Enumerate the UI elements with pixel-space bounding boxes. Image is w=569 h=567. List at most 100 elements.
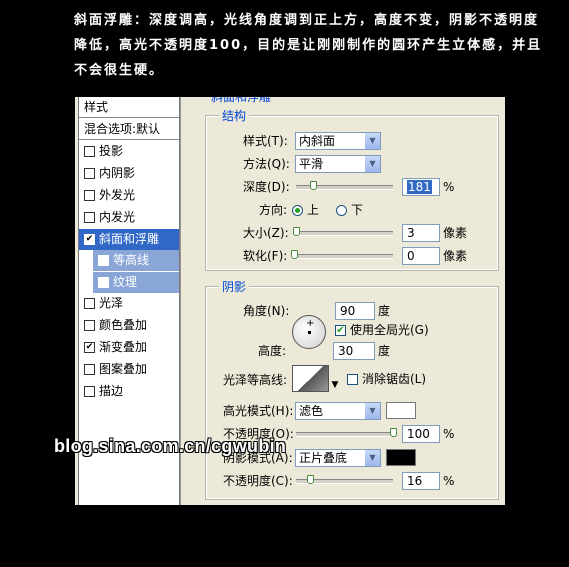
style-item-contour[interactable]: 等高线 xyxy=(93,250,179,271)
depth-input[interactable]: 181 xyxy=(402,178,440,196)
chevron-down-icon[interactable]: ▼ xyxy=(364,133,380,149)
angle-label: 角度(N): xyxy=(243,304,290,318)
altitude-input[interactable]: 30 xyxy=(333,342,375,360)
size-input[interactable]: 3 xyxy=(402,224,440,242)
highlight-mode-value: 滤色 xyxy=(299,404,324,418)
technique-value: 平滑 xyxy=(299,157,324,171)
style-item-outer-glow[interactable]: 外发光 xyxy=(79,185,179,206)
global-light-checkbox[interactable]: ✔ xyxy=(335,325,346,336)
anti-aliased-label: 消除锯齿(L) xyxy=(362,372,427,386)
style-item-label: 光泽 xyxy=(99,296,124,310)
shading-title: 阴影 xyxy=(219,280,250,294)
dial-center-dot xyxy=(308,331,311,334)
angle-value: 90 xyxy=(340,304,356,318)
soften-slider-thumb[interactable] xyxy=(291,250,298,259)
highlight-opacity-slider[interactable] xyxy=(296,432,393,437)
soften-unit: 像素 xyxy=(443,249,468,263)
highlight-opacity-input[interactable]: 100 xyxy=(402,425,440,443)
altitude-unit: 度 xyxy=(378,344,391,358)
style-item-inner-shadow[interactable]: 内阴影 xyxy=(79,163,179,184)
style-item-gradient-overlay[interactable]: ✔ 渐变叠加 xyxy=(79,337,179,358)
blending-options-item[interactable]: 混合选项:默认 xyxy=(79,119,179,140)
watermark-text: blog.sina.com.cn/cgwubin xyxy=(54,436,287,456)
structure-title: 结构 xyxy=(219,109,250,123)
caption-line-1: 斜面浮雕：深度调高，光线角度调到正上方，高度不变，阴影不透明度 xyxy=(74,13,540,28)
outer-glow-checkbox[interactable] xyxy=(84,190,95,201)
caption-line-2: 降低，高光不透明度100，目的是让刚刚制作的圆环产生立体感，并且 xyxy=(74,38,543,53)
size-unit: 像素 xyxy=(443,226,468,240)
bevel-style-value: 内斜面 xyxy=(299,134,336,148)
shadow-mode-select[interactable]: 正片叠底 ▼ xyxy=(295,449,381,467)
bevel-emboss-checkbox[interactable]: ✔ xyxy=(84,234,95,245)
chevron-down-icon[interactable]: ▼ xyxy=(364,403,380,419)
soften-slider[interactable] xyxy=(296,254,393,259)
shadow-opacity-thumb[interactable] xyxy=(307,475,314,484)
crosshair-icon: + xyxy=(306,318,315,329)
style-item-label: 内阴影 xyxy=(99,166,136,180)
direction-down-radio[interactable] xyxy=(336,205,347,216)
size-value: 3 xyxy=(407,226,415,240)
depth-value: 181 xyxy=(407,180,432,194)
angle-input[interactable]: 90 xyxy=(335,302,375,320)
style-item-label: 投影 xyxy=(99,144,124,158)
direction-up-label: 上 xyxy=(307,203,320,217)
satin-checkbox[interactable] xyxy=(84,298,95,309)
style-item-bevel-emboss[interactable]: ✔ 斜面和浮雕 xyxy=(79,229,179,250)
drop-shadow-checkbox[interactable] xyxy=(84,146,95,157)
style-item-inner-glow[interactable]: 内发光 xyxy=(79,207,179,228)
altitude-value: 30 xyxy=(338,344,354,358)
style-label: 样式(T): xyxy=(243,134,288,148)
highlight-opacity-value: 100 xyxy=(407,427,430,441)
style-item-label: 渐变叠加 xyxy=(99,340,148,354)
style-item-pattern-overlay[interactable]: 图案叠加 xyxy=(79,359,179,380)
style-item-label: 内发光 xyxy=(99,210,136,224)
size-slider-thumb[interactable] xyxy=(293,227,300,236)
highlight-color-swatch[interactable] xyxy=(386,402,416,419)
soften-label: 软化(F): xyxy=(243,249,288,263)
chevron-down-icon[interactable]: ▼ xyxy=(364,156,380,172)
highlight-mode-select[interactable]: 滤色 ▼ xyxy=(295,402,381,420)
style-item-texture[interactable]: 纹理 xyxy=(93,272,179,293)
bevel-style-select[interactable]: 内斜面 ▼ xyxy=(295,132,381,150)
inner-glow-checkbox[interactable] xyxy=(84,212,95,223)
style-item-drop-shadow[interactable]: 投影 xyxy=(79,141,179,162)
gradient-overlay-checkbox[interactable]: ✔ xyxy=(84,342,95,353)
highlight-opacity-unit: % xyxy=(443,427,455,441)
angle-dial[interactable]: + xyxy=(292,315,326,349)
size-slider[interactable] xyxy=(296,231,393,236)
color-overlay-checkbox[interactable] xyxy=(84,320,95,331)
pattern-overlay-checkbox[interactable] xyxy=(84,364,95,375)
anti-aliased-checkbox[interactable]: ✔ xyxy=(347,374,358,385)
styles-header[interactable]: 样式 xyxy=(79,97,179,118)
instruction-caption: 斜面浮雕：深度调高，光线角度调到正上方，高度不变，阴影不透明度 降低，高光不透明… xyxy=(74,8,543,83)
style-item-label: 纹理 xyxy=(113,275,138,289)
contour-checkbox[interactable] xyxy=(98,255,109,266)
shadow-mode-value: 正片叠底 xyxy=(299,451,348,465)
altitude-label: 高度: xyxy=(258,344,287,358)
chevron-down-icon[interactable]: ▼ xyxy=(364,450,380,466)
size-label: 大小(Z): xyxy=(243,226,289,240)
style-item-satin[interactable]: 光泽 xyxy=(79,293,179,314)
chevron-down-icon[interactable]: ▼ xyxy=(330,380,340,390)
gloss-contour-picker[interactable] xyxy=(292,365,329,392)
gloss-contour-label: 光泽等高线: xyxy=(223,373,288,387)
depth-slider-thumb[interactable] xyxy=(310,181,317,190)
style-item-stroke[interactable]: 描边 xyxy=(79,381,179,402)
highlight-mode-label: 高光模式(H): xyxy=(223,404,294,418)
depth-label: 深度(D): xyxy=(243,180,290,194)
direction-up-radio[interactable] xyxy=(292,205,303,216)
depth-unit: % xyxy=(443,180,455,194)
texture-checkbox[interactable] xyxy=(98,277,109,288)
style-item-color-overlay[interactable]: 颜色叠加 xyxy=(79,315,179,336)
style-item-label: 外发光 xyxy=(99,188,136,202)
global-light-label: 使用全局光(G) xyxy=(350,323,429,337)
direction-label: 方向: xyxy=(259,203,288,217)
stroke-checkbox[interactable] xyxy=(84,386,95,397)
highlight-opacity-thumb[interactable] xyxy=(390,428,397,437)
shadow-opacity-input[interactable]: 16 xyxy=(402,472,440,490)
technique-select[interactable]: 平滑 ▼ xyxy=(295,155,381,173)
soften-input[interactable]: 0 xyxy=(402,247,440,265)
angle-unit: 度 xyxy=(378,304,391,318)
inner-shadow-checkbox[interactable] xyxy=(84,168,95,179)
shadow-color-swatch[interactable] xyxy=(386,449,416,466)
